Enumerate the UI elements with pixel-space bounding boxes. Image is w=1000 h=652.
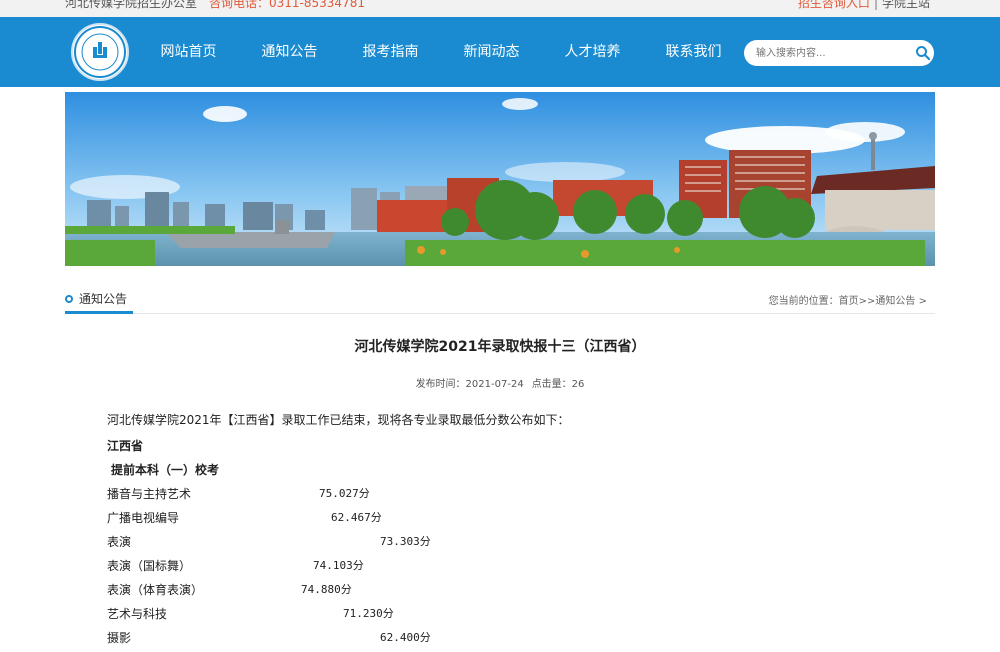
min-score: 71.230分 (343, 607, 394, 620)
breadcrumb[interactable]: 您当前的位置：首页>>通知公告 > (769, 292, 927, 307)
nav-item-news[interactable]: 新闻动态 (441, 17, 542, 87)
search-box (744, 40, 934, 66)
campus-banner-image (65, 92, 935, 266)
section-dot-icon (65, 294, 73, 303)
min-score: 74.103分 (313, 559, 364, 572)
section-title-text: 通知公告 (79, 292, 128, 306)
major-name: 表演（体育表演） (107, 583, 204, 597)
campus-banner (65, 92, 935, 266)
min-score: 74.880分 (301, 583, 352, 596)
nav-item-guide[interactable]: 报考指南 (340, 17, 441, 87)
enroll-consult-link[interactable]: 招生咨询入口 (798, 0, 870, 10)
score-row: 播音与主持艺术 75.027分 (107, 485, 370, 502)
min-score: 62.400分 (380, 631, 431, 644)
search-icon[interactable] (914, 44, 932, 62)
top-info-bar: 河北传媒学院招生办公室 咨询电话：0311-85334781 招生咨询入口 | 学院主… (0, 0, 1000, 17)
topbar-left: 河北传媒学院招生办公室 咨询电话：0311-85334781 (65, 0, 365, 10)
article-title: 河北传媒学院2021年录取快报十三（江西省） (354, 339, 646, 355)
nav-menu: 网站首页 通知公告 报考指南 新闻动态 人才培养 联系我们 (138, 17, 744, 87)
major-name: 摄影 (107, 631, 132, 645)
search-input[interactable] (756, 41, 912, 65)
main-nav: 网站首页 通知公告 报考指南 新闻动态 人才培养 联系我们 (0, 17, 1000, 87)
nav-item-training[interactable]: 人才培养 (542, 17, 643, 87)
publish-date: 发布时间：2021-07-24 (415, 379, 524, 390)
article-intro: 河北传媒学院2021年【江西省】录取工作已结束，现将各专业录取最低分数公布如下： (107, 413, 570, 427)
nav-item-home[interactable]: 网站首页 (138, 17, 239, 87)
score-row: 表演（体育表演） 74.880分 (107, 581, 352, 598)
main-site-link[interactable]: 学院主站 (882, 0, 930, 10)
topbar-right: 招生咨询入口 | 学院主站 (798, 0, 930, 10)
major-name: 广播电视编导 (107, 511, 180, 525)
min-score: 62.467分 (331, 511, 382, 524)
college-logo[interactable] (71, 23, 129, 81)
major-name: 表演（国标舞） (107, 559, 192, 573)
section-header: 通知公告 您当前的位置：首页>>通知公告 > (65, 286, 935, 314)
topbar-separator: | (873, 0, 878, 10)
score-row: 摄影 62.400分 (107, 629, 431, 646)
min-score: 73.303分 (380, 535, 431, 548)
nav-item-contact[interactable]: 联系我们 (643, 17, 744, 87)
major-name: 表演 (107, 535, 132, 549)
office-name: 河北传媒学院招生办公室 (65, 0, 198, 10)
batch-heading: 提前本科（一）校考 (111, 463, 220, 477)
score-row: 广播电视编导 62.467分 (107, 509, 382, 526)
logo-emblem-icon (74, 26, 126, 78)
score-row: 艺术与科技 71.230分 (107, 605, 394, 622)
section-title: 通知公告 (65, 286, 134, 314)
province-heading: 江西省 (107, 439, 144, 453)
major-name: 艺术与科技 (107, 607, 168, 621)
nav-item-notices[interactable]: 通知公告 (239, 17, 340, 87)
major-name: 播音与主持艺术 (107, 487, 192, 501)
view-count: 点击量：26 (531, 379, 585, 390)
article-meta: 发布时间：2021-07-24 点击量：26 (65, 375, 935, 390)
score-row: 表演（国标舞） 74.103分 (107, 557, 364, 574)
consult-phone: 咨询电话：0311-85334781 (209, 0, 365, 10)
min-score: 75.027分 (319, 487, 370, 500)
score-row: 表演 73.303分 (107, 533, 431, 550)
